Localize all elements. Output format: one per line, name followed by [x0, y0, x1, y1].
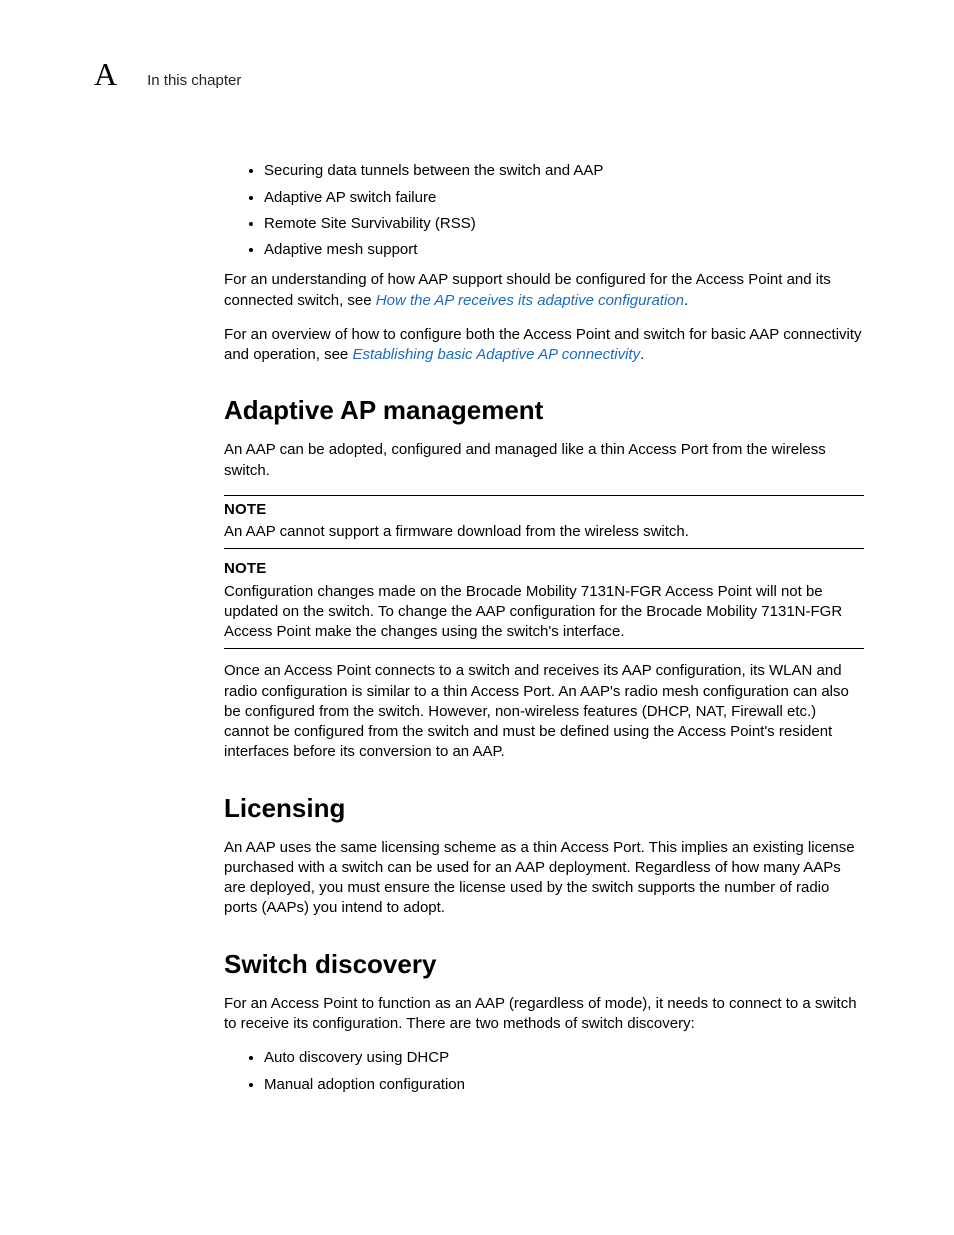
- note-body: An AAP cannot support a firmware downloa…: [224, 522, 864, 542]
- cross-ref-link[interactable]: Establishing basic Adaptive AP connectiv…: [352, 346, 640, 363]
- section-heading-adaptive-ap-management: Adaptive AP management: [224, 393, 864, 428]
- list-item: Remote Site Survivability (RSS): [264, 214, 864, 234]
- note-body: Configuration changes made on the Brocad…: [224, 582, 864, 643]
- paragraph: An AAP uses the same licensing scheme as…: [224, 838, 864, 919]
- appendix-letter: A: [94, 58, 117, 90]
- paragraph: An AAP can be adopted, configured and ma…: [224, 440, 864, 481]
- paragraph: Once an Access Point connects to a switc…: [224, 661, 864, 762]
- note-block: NOTE An AAP cannot support a firmware do…: [224, 495, 864, 550]
- running-head: In this chapter: [147, 71, 241, 91]
- list-item: Securing data tunnels between the switch…: [264, 161, 864, 181]
- paragraph: For an Access Point to function as an AA…: [224, 994, 864, 1035]
- note-label: NOTE: [224, 559, 864, 579]
- discovery-bullet-list: Auto discovery using DHCP Manual adoptio…: [224, 1048, 864, 1095]
- section-heading-licensing: Licensing: [224, 791, 864, 826]
- body-content: Securing data tunnels between the switch…: [224, 161, 864, 1095]
- section-heading-switch-discovery: Switch discovery: [224, 947, 864, 982]
- paragraph: For an overview of how to configure both…: [224, 325, 864, 366]
- page: A In this chapter Securing data tunnels …: [0, 0, 954, 1235]
- list-item: Auto discovery using DHCP: [264, 1048, 864, 1068]
- page-header: A In this chapter: [94, 58, 864, 91]
- paragraph: For an understanding of how AAP support …: [224, 270, 864, 311]
- feature-bullet-list: Securing data tunnels between the switch…: [224, 161, 864, 260]
- note-label: NOTE: [224, 500, 864, 520]
- list-item: Adaptive AP switch failure: [264, 188, 864, 208]
- text: .: [640, 346, 644, 363]
- list-item: Adaptive mesh support: [264, 240, 864, 260]
- text: .: [684, 292, 688, 309]
- note-block: NOTE Configuration changes made on the B…: [224, 549, 864, 649]
- list-item: Manual adoption configuration: [264, 1075, 864, 1095]
- cross-ref-link[interactable]: How the AP receives its adaptive configu…: [376, 292, 684, 309]
